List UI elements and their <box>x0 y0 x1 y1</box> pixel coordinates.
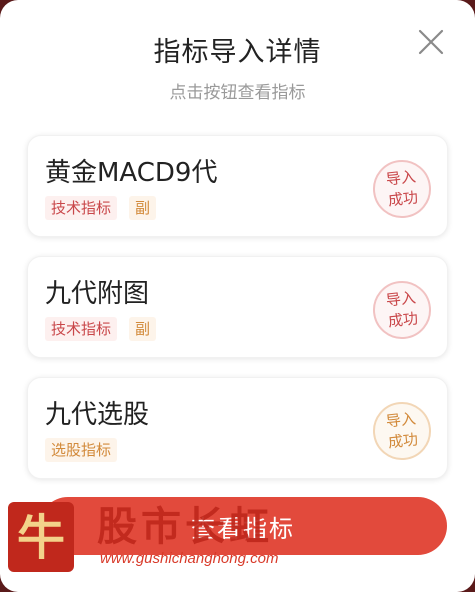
indicator-name: 九代附图 <box>45 279 150 309</box>
badge-line2: 成功 <box>387 309 419 331</box>
indicator-card[interactable]: 九代附图 技术指标 副 导入 成功 <box>27 256 448 358</box>
badge-line2: 成功 <box>387 430 419 452</box>
indicator-tags: 选股指标 <box>45 438 118 462</box>
dialog-title: 指标导入详情 <box>153 37 322 68</box>
tag-stock-picking: 选股指标 <box>45 438 118 462</box>
indicator-name: 九代选股 <box>45 400 150 430</box>
indicator-tags: 技术指标 副 <box>45 196 157 220</box>
indicator-card[interactable]: 黄金MACD9代 技术指标 副 导入 成功 <box>27 135 448 237</box>
tag-sub: 副 <box>129 317 157 341</box>
import-success-badge: 导入 成功 <box>370 157 434 221</box>
dialog-subtitle: 点击按钮查看指标 <box>169 83 306 103</box>
view-indicators-button[interactable]: 查看指标 <box>39 497 447 555</box>
close-icon[interactable] <box>417 28 445 56</box>
import-details-dialog: 指标导入详情 点击按钮查看指标 黄金MACD9代 技术指标 副 导入 成功 九代… <box>0 0 475 592</box>
tag-technical: 技术指标 <box>45 317 118 341</box>
indicator-name: 黄金MACD9代 <box>45 158 218 188</box>
import-success-badge: 导入 成功 <box>370 399 434 463</box>
indicator-card[interactable]: 九代选股 选股指标 导入 成功 <box>27 377 448 479</box>
tag-sub: 副 <box>129 196 157 220</box>
badge-line2: 成功 <box>387 188 419 210</box>
indicator-tags: 技术指标 副 <box>45 317 157 341</box>
import-success-badge: 导入 成功 <box>370 278 434 342</box>
tag-technical: 技术指标 <box>45 196 118 220</box>
